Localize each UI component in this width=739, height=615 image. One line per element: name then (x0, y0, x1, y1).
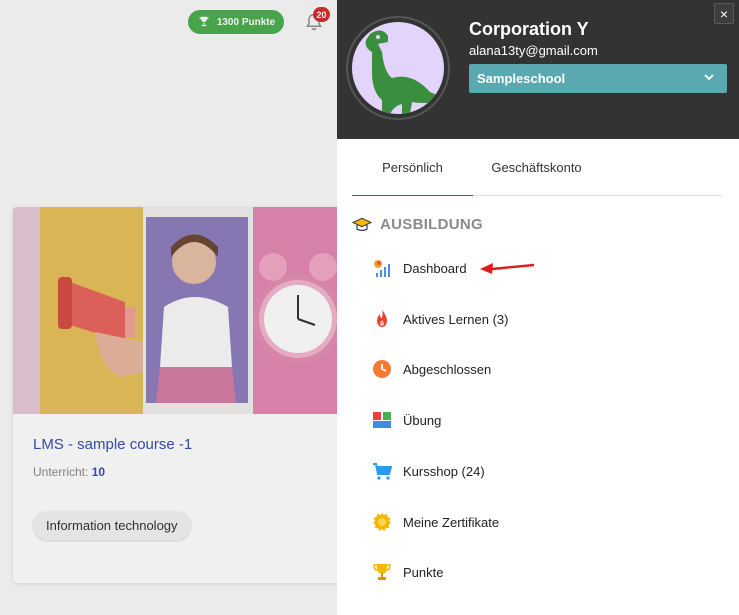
user-email: alana13ty@gmail.com (469, 43, 598, 58)
menu-item-label: Punkte (403, 564, 444, 580)
trophy-icon (372, 562, 392, 582)
close-button[interactable]: × (714, 3, 734, 24)
menu-item-label: Abgeschlossen (403, 361, 492, 377)
dinosaur-avatar-icon (352, 22, 444, 114)
award-icon (372, 512, 392, 532)
school-select[interactable]: Sampleschool (469, 64, 727, 93)
school-select-value: Sampleschool (477, 71, 566, 86)
annotation-arrow-icon (480, 263, 535, 274)
menu-item-dashboard[interactable]: Dashboard (372, 255, 702, 281)
menu-item-completed[interactable]: Abgeschlossen (372, 356, 702, 382)
menu-item-course-shop[interactable]: Kursshop (24) (372, 458, 702, 484)
chevron-down-icon (704, 74, 714, 81)
flame-icon (372, 309, 392, 329)
org-name: Corporation Y (469, 19, 589, 39)
menu-item-label: Übung (403, 412, 442, 428)
menu-item-points[interactable]: Punkte (372, 559, 702, 585)
section-title: AUSBILDUNG (380, 216, 483, 233)
menu-item-label: Aktives Lernen (3) (403, 311, 509, 327)
grid-icon (372, 410, 392, 430)
drawer-header: Corporation Y alana13ty@gmail.com Sample… (337, 0, 739, 139)
menu-item-label: Dashboard (403, 260, 467, 276)
menu-item-label: Kursshop (24) (403, 463, 485, 479)
profile-drawer: Corporation Y alana13ty@gmail.com Sample… (337, 0, 739, 615)
clock-icon (372, 359, 392, 379)
cart-icon (372, 461, 392, 481)
menu-item-active-learning[interactable]: Aktives Lernen (3) (372, 306, 702, 332)
menu-item-practice[interactable]: Übung (372, 407, 702, 433)
section-ausbildung: AUSBILDUNG (352, 216, 483, 233)
menu-item-certificates[interactable]: Meine Zertifikate (372, 509, 702, 535)
avatar[interactable] (346, 16, 450, 120)
backdrop-overlay[interactable] (0, 0, 337, 615)
account-tabs: Persönlich Geschäftskonto (352, 139, 722, 196)
tab-personal[interactable]: Persönlich (352, 139, 473, 196)
menu-item-label: Meine Zertifikate (403, 514, 500, 530)
background-page: 1300 Punkte 20 LMS - sample course -1 Un… (0, 0, 337, 615)
tab-business-account[interactable]: Geschäftskonto (474, 139, 599, 196)
graduation-cap-icon (352, 217, 372, 231)
dashboard-icon (372, 258, 392, 278)
